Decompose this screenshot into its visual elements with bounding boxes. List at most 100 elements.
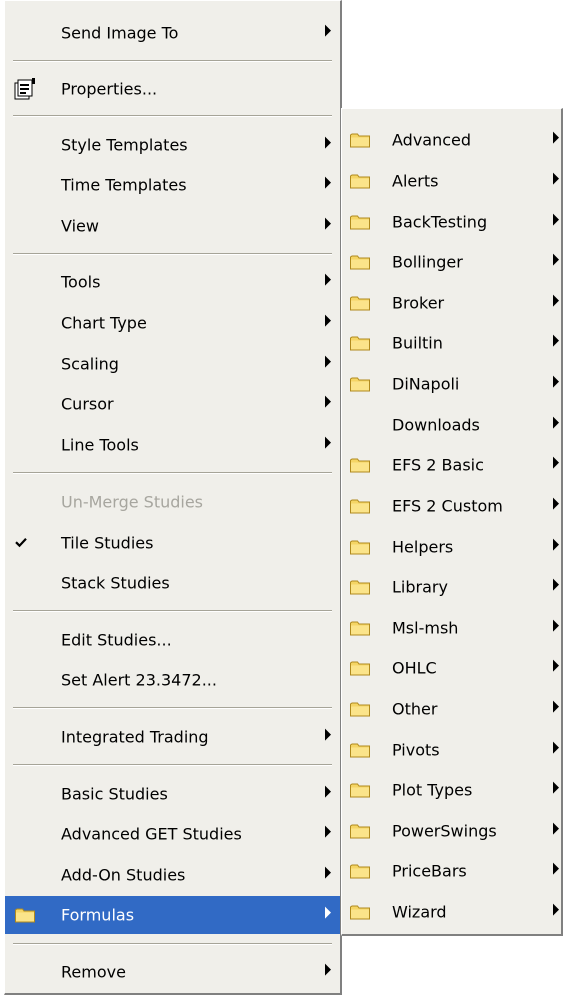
submenu-item-label: Alerts xyxy=(392,171,439,191)
menu-item-view[interactable]: View xyxy=(5,207,340,245)
submenu-item-label: Helpers xyxy=(392,537,454,557)
submenu-arrow-icon xyxy=(553,903,559,916)
menu-item-label: Integrated Trading xyxy=(61,727,209,747)
menu-item-style-templates[interactable]: Style Templates xyxy=(5,126,340,164)
submenu-item-folder[interactable]: PowerSwings xyxy=(342,812,561,850)
menu-item-label: Time Templates xyxy=(61,175,187,195)
menu-item-label: Properties... xyxy=(61,79,158,99)
submenu-item-label: Library xyxy=(392,577,448,597)
submenu-arrow-icon xyxy=(325,866,331,879)
menu-item-label: Tools xyxy=(61,272,101,292)
submenu-arrow-icon xyxy=(553,741,559,754)
submenu-item-label: PowerSwings xyxy=(392,821,497,841)
submenu-item-downloads[interactable]: Downloads xyxy=(342,406,561,444)
submenu-item-label: EFS 2 Basic xyxy=(392,455,484,475)
folder-icon xyxy=(350,580,370,595)
menu-item-chart-type[interactable]: Chart Type xyxy=(5,304,340,342)
submenu-arrow-icon xyxy=(325,963,331,976)
submenu-arrow-icon xyxy=(325,176,331,189)
submenu-item-label: DiNapoli xyxy=(392,374,460,394)
menu-item-line-tools[interactable]: Line Tools xyxy=(5,426,340,464)
menu-item-integrated-trading[interactable]: Integrated Trading xyxy=(5,718,340,756)
folder-icon xyxy=(350,255,370,270)
menu-item-scaling[interactable]: Scaling xyxy=(5,345,340,383)
checkmark-icon xyxy=(15,537,27,548)
menu-item-send-image-to[interactable]: Send Image To xyxy=(5,14,340,52)
properties-icon xyxy=(14,78,35,100)
menu-item-cursor[interactable]: Cursor xyxy=(5,385,340,423)
menu-item-label: Tile Studies xyxy=(61,533,154,553)
submenu-item-folder[interactable]: Broker xyxy=(342,284,561,322)
submenu-item-folder[interactable]: Plot Types xyxy=(342,771,561,809)
submenu-item-folder[interactable]: Other xyxy=(342,690,561,728)
submenu-item-folder[interactable]: DiNapoli xyxy=(342,365,561,403)
menu-item-advanced-get-studies[interactable]: Advanced GET Studies xyxy=(5,815,340,853)
menu-item-addon-studies[interactable]: Add-On Studies xyxy=(5,856,340,894)
menu-item-remove[interactable]: Remove xyxy=(5,953,340,991)
submenu-arrow-icon xyxy=(325,825,331,838)
menu-item-label: Formulas xyxy=(61,905,135,925)
menu-separator xyxy=(13,943,332,945)
menu-item-label: Style Templates xyxy=(61,135,188,155)
menu-item-basic-studies[interactable]: Basic Studies xyxy=(5,775,340,813)
menu-item-label: View xyxy=(61,216,99,236)
menu-separator xyxy=(13,707,332,709)
submenu-arrow-icon xyxy=(325,395,331,408)
submenu-arrow-icon xyxy=(325,436,331,449)
menu-item-label: Basic Studies xyxy=(61,784,168,804)
menu-item-label: Edit Studies... xyxy=(61,630,172,650)
submenu-arrow-icon xyxy=(553,416,559,429)
folder-icon xyxy=(350,215,370,230)
submenu-item-folder[interactable]: Library xyxy=(342,568,561,606)
submenu-arrow-icon xyxy=(325,217,331,230)
submenu-arrow-icon xyxy=(553,578,559,591)
submenu-item-folder[interactable]: OHLC xyxy=(342,649,561,687)
folder-icon xyxy=(350,783,370,798)
submenu-arrow-icon xyxy=(553,375,559,388)
menu-item-formulas[interactable]: Formulas xyxy=(5,896,340,934)
menu-item-unmerge-studies: Un-Merge Studies xyxy=(5,483,340,521)
submenu-item-folder[interactable]: Helpers xyxy=(342,528,561,566)
submenu-item-folder[interactable]: Builtin xyxy=(342,324,561,362)
folder-icon xyxy=(350,133,370,148)
submenu-item-folder[interactable]: EFS 2 Custom xyxy=(342,487,561,525)
submenu-item-folder[interactable]: Wizard xyxy=(342,893,561,931)
submenu-arrow-icon xyxy=(553,253,559,266)
submenu-item-label: OHLC xyxy=(392,658,437,678)
submenu-arrow-icon xyxy=(553,294,559,307)
submenu-item-folder[interactable]: Msl-msh xyxy=(342,609,561,647)
submenu-arrow-icon xyxy=(553,619,559,632)
menu-item-tools[interactable]: Tools xyxy=(5,263,340,301)
menu-item-stack-studies[interactable]: Stack Studies xyxy=(5,564,340,602)
menu-item-edit-studies[interactable]: Edit Studies... xyxy=(5,621,340,659)
menu-item-time-templates[interactable]: Time Templates xyxy=(5,166,340,204)
menu-separator xyxy=(13,764,332,766)
submenu-item-folder[interactable]: EFS 2 Basic xyxy=(342,446,561,484)
folder-icon xyxy=(350,621,370,636)
submenu-arrow-icon xyxy=(553,334,559,347)
submenu-arrow-icon xyxy=(325,728,331,741)
submenu-arrow-icon xyxy=(325,785,331,798)
submenu-arrow-icon xyxy=(553,822,559,835)
submenu-item-folder[interactable]: BackTesting xyxy=(342,203,561,241)
folder-icon xyxy=(350,499,370,514)
menu-item-label: Add-On Studies xyxy=(61,865,186,885)
folder-icon xyxy=(350,458,370,473)
menu-item-set-alert[interactable]: Set Alert 23.3472... xyxy=(5,661,340,699)
folder-icon xyxy=(350,540,370,555)
submenu-arrow-icon xyxy=(325,24,331,37)
folder-icon xyxy=(350,174,370,189)
submenu-item-folder[interactable]: Pivots xyxy=(342,731,561,769)
submenu-item-folder[interactable]: Advanced xyxy=(342,121,561,159)
submenu-arrow-icon xyxy=(325,136,331,149)
menu-item-label: Set Alert 23.3472... xyxy=(61,670,217,690)
submenu-item-folder[interactable]: Alerts xyxy=(342,162,561,200)
folder-icon xyxy=(350,824,370,839)
submenu-arrow-icon xyxy=(553,862,559,875)
submenu-item-folder[interactable]: Bollinger xyxy=(342,243,561,281)
menu-item-properties[interactable]: Properties... xyxy=(5,70,340,108)
submenu-arrow-icon xyxy=(553,131,559,144)
menu-item-tile-studies[interactable]: Tile Studies xyxy=(5,524,340,562)
submenu-item-folder[interactable]: PriceBars xyxy=(342,852,561,890)
folder-icon xyxy=(350,905,370,920)
